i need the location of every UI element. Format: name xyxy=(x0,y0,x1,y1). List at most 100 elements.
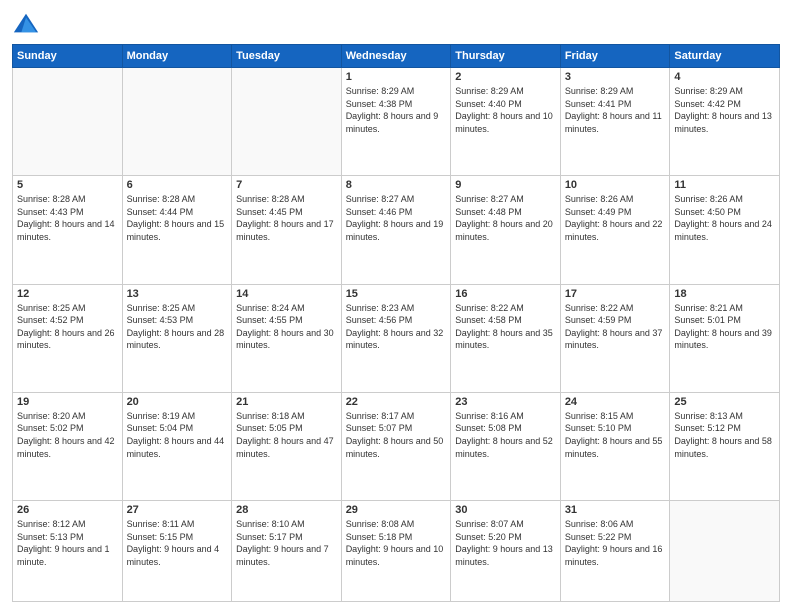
calendar-cell: 19 Sunrise: 8:20 AM Sunset: 5:02 PM Dayli… xyxy=(13,392,123,500)
day-info: Sunrise: 8:20 AM Sunset: 5:02 PM Dayligh… xyxy=(17,410,118,460)
calendar-cell xyxy=(670,501,780,602)
calendar-cell xyxy=(232,68,342,176)
calendar-cell: 24Sunrise: 8:15 AM Sunset: 5:10 PM Dayli… xyxy=(560,392,670,500)
day-info: Sunrise: 8:21 AM Sunset: 5:01 PM Dayligh… xyxy=(674,302,775,352)
day-number: 14 xyxy=(236,288,337,300)
calendar-cell xyxy=(122,68,232,176)
day-info: Sunrise: 8:28 AM Sunset: 4:43 PM Dayligh… xyxy=(17,193,118,243)
day-number: 27 xyxy=(127,504,228,516)
calendar-week-row: 1Sunrise: 8:29 AM Sunset: 4:38 PM Daylig… xyxy=(13,68,780,176)
day-info: Sunrise: 8:17 AM Sunset: 5:07 PM Dayligh… xyxy=(346,410,447,460)
day-number: 28 xyxy=(236,504,337,516)
calendar-week-row: 5 Sunrise: 8:28 AM Sunset: 4:43 PM Daylig… xyxy=(13,176,780,284)
calendar-cell: 8 Sunrise: 8:27 AM Sunset: 4:46 PM Daylig… xyxy=(341,176,451,284)
calendar-weekday-sunday: Sunday xyxy=(13,45,123,68)
calendar-cell: 25Sunrise: 8:13 AM Sunset: 5:12 PM Dayli… xyxy=(670,392,780,500)
day-number: 2 xyxy=(455,71,556,83)
day-info: Sunrise: 8:29 AM Sunset: 4:41 PM Dayligh… xyxy=(565,85,666,135)
calendar-cell: 11Sunrise: 8:26 AM Sunset: 4:50 PM Dayli… xyxy=(670,176,780,284)
calendar-cell: 26Sunrise: 8:12 AM Sunset: 5:13 PM Dayli… xyxy=(13,501,123,602)
calendar-weekday-thursday: Thursday xyxy=(451,45,561,68)
calendar-cell: 14 Sunrise: 8:24 AM Sunset: 4:55 PM Dayli… xyxy=(232,284,342,392)
day-number: 3 xyxy=(565,71,666,83)
calendar-cell: 17Sunrise: 8:22 AM Sunset: 4:59 PM Dayli… xyxy=(560,284,670,392)
day-info: Sunrise: 8:12 AM Sunset: 5:13 PM Dayligh… xyxy=(17,518,118,568)
day-info: Sunrise: 8:18 AM Sunset: 5:05 PM Dayligh… xyxy=(236,410,337,460)
calendar-weekday-monday: Monday xyxy=(122,45,232,68)
day-info: Sunrise: 8:25 AM Sunset: 4:52 PM Dayligh… xyxy=(17,302,118,352)
day-info: Sunrise: 8:06 AM Sunset: 5:22 PM Dayligh… xyxy=(565,518,666,568)
day-number: 22 xyxy=(346,396,447,408)
day-info: Sunrise: 8:07 AM Sunset: 5:20 PM Dayligh… xyxy=(455,518,556,568)
calendar-cell: 30 Sunrise: 8:07 AM Sunset: 5:20 PM Dayli… xyxy=(451,501,561,602)
day-info: Sunrise: 8:29 AM Sunset: 4:38 PM Dayligh… xyxy=(346,85,447,135)
calendar-cell: 5 Sunrise: 8:28 AM Sunset: 4:43 PM Daylig… xyxy=(13,176,123,284)
calendar-cell: 21 Sunrise: 8:18 AM Sunset: 5:05 PM Dayli… xyxy=(232,392,342,500)
calendar-cell xyxy=(13,68,123,176)
calendar-cell: 7 Sunrise: 8:28 AM Sunset: 4:45 PM Daylig… xyxy=(232,176,342,284)
calendar-cell: 3 Sunrise: 8:29 AM Sunset: 4:41 PM Daylig… xyxy=(560,68,670,176)
calendar-cell: 22 Sunrise: 8:17 AM Sunset: 5:07 PM Dayli… xyxy=(341,392,451,500)
day-info: Sunrise: 8:28 AM Sunset: 4:45 PM Dayligh… xyxy=(236,193,337,243)
calendar-cell: 6 Sunrise: 8:28 AM Sunset: 4:44 PM Daylig… xyxy=(122,176,232,284)
day-number: 18 xyxy=(674,288,775,300)
day-info: Sunrise: 8:25 AM Sunset: 4:53 PM Dayligh… xyxy=(127,302,228,352)
day-info: Sunrise: 8:28 AM Sunset: 4:44 PM Dayligh… xyxy=(127,193,228,243)
day-info: Sunrise: 8:26 AM Sunset: 4:49 PM Dayligh… xyxy=(565,193,666,243)
header xyxy=(12,10,780,38)
day-number: 20 xyxy=(127,396,228,408)
day-number: 10 xyxy=(565,179,666,191)
calendar-cell: 2Sunrise: 8:29 AM Sunset: 4:40 PM Daylig… xyxy=(451,68,561,176)
day-number: 17 xyxy=(565,288,666,300)
day-number: 7 xyxy=(236,179,337,191)
calendar-weekday-wednesday: Wednesday xyxy=(341,45,451,68)
calendar-cell: 27 Sunrise: 8:11 AM Sunset: 5:15 PM Dayli… xyxy=(122,501,232,602)
calendar-weekday-saturday: Saturday xyxy=(670,45,780,68)
day-number: 25 xyxy=(674,396,775,408)
day-info: Sunrise: 8:22 AM Sunset: 4:58 PM Dayligh… xyxy=(455,302,556,352)
day-info: Sunrise: 8:27 AM Sunset: 4:48 PM Dayligh… xyxy=(455,193,556,243)
day-number: 12 xyxy=(17,288,118,300)
calendar-cell: 12 Sunrise: 8:25 AM Sunset: 4:52 PM Dayli… xyxy=(13,284,123,392)
day-info: Sunrise: 8:24 AM Sunset: 4:55 PM Dayligh… xyxy=(236,302,337,352)
calendar-cell: 4Sunrise: 8:29 AM Sunset: 4:42 PM Daylig… xyxy=(670,68,780,176)
day-number: 29 xyxy=(346,504,447,516)
day-info: Sunrise: 8:11 AM Sunset: 5:15 PM Dayligh… xyxy=(127,518,228,568)
day-info: Sunrise: 8:27 AM Sunset: 4:46 PM Dayligh… xyxy=(346,193,447,243)
day-info: Sunrise: 8:29 AM Sunset: 4:42 PM Dayligh… xyxy=(674,85,775,135)
calendar-cell: 16 Sunrise: 8:22 AM Sunset: 4:58 PM Dayli… xyxy=(451,284,561,392)
day-number: 21 xyxy=(236,396,337,408)
logo xyxy=(12,10,44,38)
calendar-cell: 9Sunrise: 8:27 AM Sunset: 4:48 PM Daylig… xyxy=(451,176,561,284)
calendar-cell: 20 Sunrise: 8:19 AM Sunset: 5:04 PM Dayli… xyxy=(122,392,232,500)
calendar-week-row: 19 Sunrise: 8:20 AM Sunset: 5:02 PM Dayli… xyxy=(13,392,780,500)
calendar-cell: 1Sunrise: 8:29 AM Sunset: 4:38 PM Daylig… xyxy=(341,68,451,176)
calendar-week-row: 26Sunrise: 8:12 AM Sunset: 5:13 PM Dayli… xyxy=(13,501,780,602)
day-number: 11 xyxy=(674,179,775,191)
day-info: Sunrise: 8:10 AM Sunset: 5:17 PM Dayligh… xyxy=(236,518,337,568)
calendar-cell: 18 Sunrise: 8:21 AM Sunset: 5:01 PM Dayli… xyxy=(670,284,780,392)
calendar-header-row: SundayMondayTuesdayWednesdayThursdayFrid… xyxy=(13,45,780,68)
day-info: Sunrise: 8:15 AM Sunset: 5:10 PM Dayligh… xyxy=(565,410,666,460)
calendar-cell: 15Sunrise: 8:23 AM Sunset: 4:56 PM Dayli… xyxy=(341,284,451,392)
page: SundayMondayTuesdayWednesdayThursdayFrid… xyxy=(0,0,792,612)
day-number: 19 xyxy=(17,396,118,408)
calendar-cell: 13 Sunrise: 8:25 AM Sunset: 4:53 PM Dayli… xyxy=(122,284,232,392)
day-number: 16 xyxy=(455,288,556,300)
day-info: Sunrise: 8:08 AM Sunset: 5:18 PM Dayligh… xyxy=(346,518,447,568)
day-number: 13 xyxy=(127,288,228,300)
day-info: Sunrise: 8:16 AM Sunset: 5:08 PM Dayligh… xyxy=(455,410,556,460)
day-number: 8 xyxy=(346,179,447,191)
calendar-weekday-friday: Friday xyxy=(560,45,670,68)
calendar-cell: 23Sunrise: 8:16 AM Sunset: 5:08 PM Dayli… xyxy=(451,392,561,500)
calendar-cell: 29 Sunrise: 8:08 AM Sunset: 5:18 PM Dayli… xyxy=(341,501,451,602)
calendar-week-row: 12 Sunrise: 8:25 AM Sunset: 4:52 PM Dayli… xyxy=(13,284,780,392)
day-number: 31 xyxy=(565,504,666,516)
day-number: 30 xyxy=(455,504,556,516)
day-number: 5 xyxy=(17,179,118,191)
day-info: Sunrise: 8:23 AM Sunset: 4:56 PM Dayligh… xyxy=(346,302,447,352)
logo-icon xyxy=(12,10,40,38)
day-number: 6 xyxy=(127,179,228,191)
calendar-cell: 10 Sunrise: 8:26 AM Sunset: 4:49 PM Dayli… xyxy=(560,176,670,284)
day-info: Sunrise: 8:19 AM Sunset: 5:04 PM Dayligh… xyxy=(127,410,228,460)
